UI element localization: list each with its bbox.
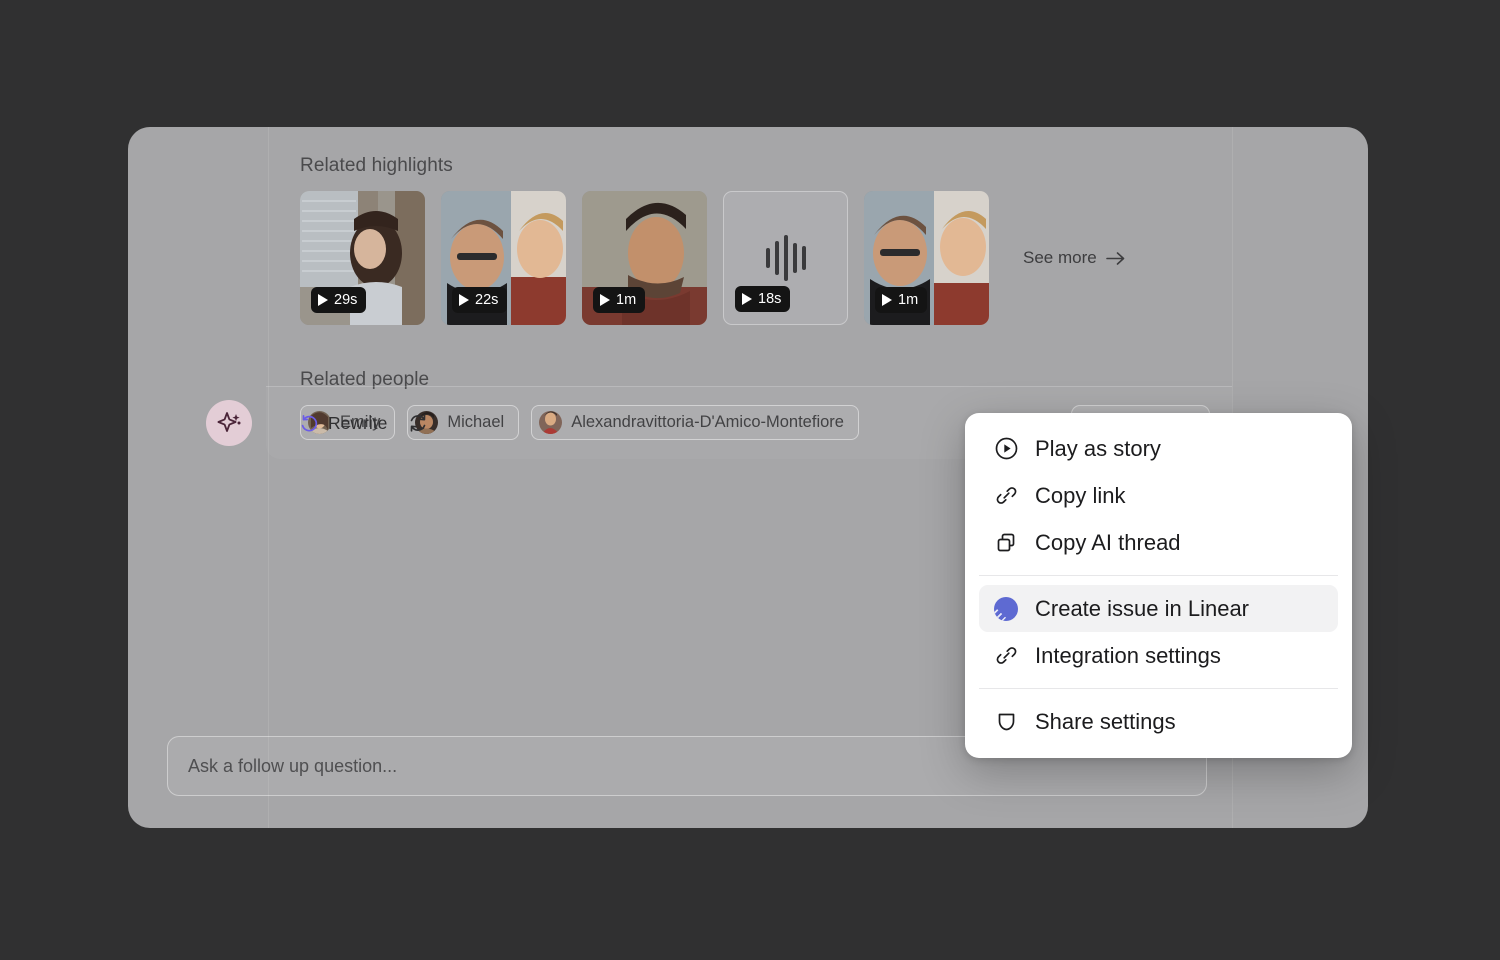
menu-item-copy-ai-thread[interactable]: Copy AI thread — [979, 519, 1338, 566]
menu-item-label: Play as story — [1035, 435, 1161, 461]
menu-item-label: Copy link — [1035, 482, 1126, 508]
menu-item-share-settings[interactable]: Share settings — [979, 698, 1338, 745]
toolbar-left-group: Rewrite — [300, 412, 429, 434]
menu-item-label: Share settings — [1035, 708, 1176, 734]
link-icon — [993, 643, 1019, 669]
rewrite-label: Rewrite — [328, 412, 388, 433]
highlight-thumbnail-audio[interactable]: 18s — [723, 191, 848, 325]
duration-badge: 22s — [452, 287, 508, 313]
duration-badge: 18s — [735, 286, 791, 312]
play-icon — [742, 293, 752, 305]
duration-label: 1m — [616, 292, 637, 308]
play-icon — [882, 294, 892, 306]
followup-placeholder: Ask a follow up question... — [188, 755, 398, 776]
see-more-link[interactable]: See more — [1023, 248, 1126, 268]
menu-separator — [979, 575, 1338, 576]
menu-separator — [979, 688, 1338, 689]
menu-item-integration-settings[interactable]: Integration settings — [979, 632, 1338, 679]
menu-item-create-issue-in-linear[interactable]: Create issue in Linear — [979, 585, 1338, 632]
see-more-label: See more — [1023, 248, 1097, 267]
circle-play-icon — [993, 436, 1019, 462]
highlight-thumbnail[interactable]: 29s — [300, 191, 425, 325]
undo-rotate-icon — [301, 414, 318, 431]
duration-label: 29s — [334, 292, 358, 308]
context-menu: Play as story Copy link Copy AI thread C… — [965, 413, 1352, 758]
play-icon — [459, 294, 469, 306]
play-icon — [318, 294, 328, 306]
linear-logo-icon — [993, 596, 1019, 622]
menu-item-label: Integration settings — [1035, 642, 1221, 668]
sparkle-icon — [217, 412, 241, 432]
refresh-icon[interactable] — [407, 412, 429, 434]
copy-icon — [993, 530, 1019, 556]
audio-waveform-icon — [765, 235, 806, 281]
duration-badge: 29s — [311, 287, 367, 313]
highlight-thumbnail[interactable]: 22s — [441, 191, 566, 325]
menu-item-label: Copy AI thread — [1035, 529, 1181, 555]
shield-icon — [993, 709, 1019, 735]
screen: Related highlights 29s 22s 1m 18s 1m See… — [0, 0, 1500, 960]
related-highlights-section: Related highlights 29s 22s 1m 18s 1m See… — [300, 155, 1200, 325]
duration-label: 22s — [475, 292, 499, 308]
rewrite-button[interactable]: Rewrite — [300, 413, 387, 434]
duration-label: 1m — [898, 292, 919, 308]
panel-divider-left — [268, 127, 269, 828]
highlight-thumbnail[interactable]: 1m — [582, 191, 707, 325]
duration-badge: 1m — [875, 287, 928, 313]
highlights-row: 29s 22s 1m 18s 1m See more — [300, 191, 1200, 325]
menu-item-copy-link[interactable]: Copy link — [979, 472, 1338, 519]
related-highlights-title: Related highlights — [300, 155, 453, 176]
highlight-thumbnail[interactable]: 1m — [864, 191, 989, 325]
link-icon — [993, 483, 1019, 509]
duration-label: 18s — [758, 291, 782, 307]
arrow-right-icon — [1105, 251, 1125, 265]
ai-sparkle-badge[interactable] — [206, 400, 252, 446]
play-icon — [600, 294, 610, 306]
duration-badge: 1m — [593, 287, 646, 313]
menu-item-play-as-story[interactable]: Play as story — [979, 425, 1338, 472]
menu-item-label: Create issue in Linear — [1035, 595, 1250, 621]
